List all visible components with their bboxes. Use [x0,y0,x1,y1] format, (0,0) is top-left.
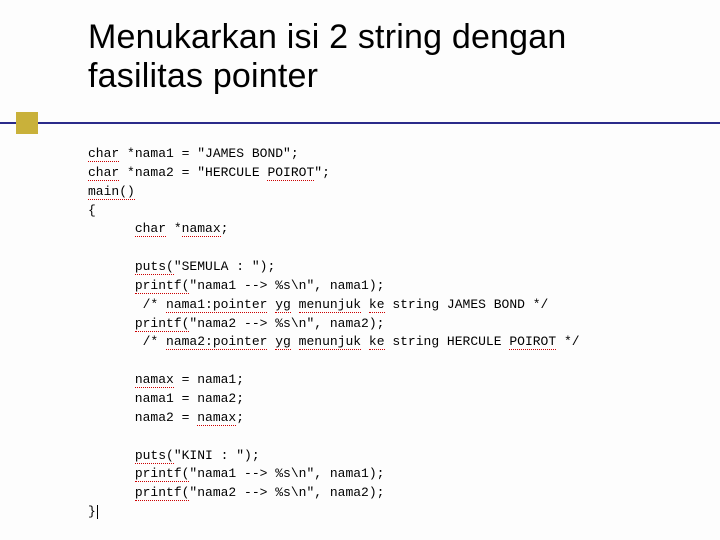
code-line: nama1 = nama2; [88,391,244,406]
code-block: char *nama1 = "JAMES BOND"; char *nama2 … [88,145,580,522]
title-block: Menukarkan isi 2 string dengan fasilitas… [88,18,688,96]
indent [88,316,135,331]
code-text: "; [314,165,330,180]
code-text: string HERCULE [385,334,510,349]
code-line: main() [88,184,135,200]
code-text: } [88,504,96,519]
fn-printf: printf( [135,316,190,332]
word: nama2:pointer [166,334,267,350]
code-line: printf("nama2 --> %s\n", nama2); [88,316,384,332]
var-namax: namax [135,372,174,388]
code-line: printf("nama1 --> %s\n", nama1); [88,278,384,294]
fn-puts: puts( [135,448,174,464]
kw-char: char [88,146,119,162]
code-text: ; [221,221,229,236]
code-text [361,334,369,349]
code-text: *nama2 = "HERCULE [119,165,267,180]
word: menunjuk [299,297,361,313]
code-line: char *namax; [88,221,228,237]
code-line: { [88,203,96,218]
fn-printf: printf( [135,485,190,501]
code-text: "KINI : "); [174,448,260,463]
code-text: "nama2 --> %s\n", nama2); [189,316,384,331]
kw-char: char [88,165,119,181]
var-namax: namax [197,410,236,426]
slide-title: Menukarkan isi 2 string dengan fasilitas… [88,18,688,96]
code-text: nama2 = [88,410,197,425]
code-text: * [166,221,182,236]
code-line: namax = nama1; [88,372,244,388]
accent-square-icon [16,112,38,134]
code-text: /* [88,297,166,312]
code-line: printf("nama2 --> %s\n", nama2); [88,485,384,501]
code-text: ; [236,410,244,425]
indent [88,485,135,500]
word: menunjuk [299,334,361,350]
indent [88,466,135,481]
code-text [291,297,299,312]
code-line: char *nama2 = "HERCULE POIROT"; [88,165,330,181]
code-text: *nama1 = "JAMES BOND"; [119,146,298,161]
code-text: string JAMES BOND */ [385,297,549,312]
indent [88,278,135,293]
code-text [291,334,299,349]
text-cursor-icon [97,505,98,519]
indent [88,448,135,463]
code-text: */ [556,334,579,349]
code-line: printf("nama1 --> %s\n", nama1); [88,466,384,482]
code-text: = nama1; [174,372,244,387]
title-underline [0,122,720,124]
fn-printf: printf( [135,278,190,294]
word: ke [369,297,385,313]
code-text: /* [88,334,166,349]
slide: Menukarkan isi 2 string dengan fasilitas… [0,0,720,540]
code-line: } [88,504,98,519]
code-text: "nama1 --> %s\n", nama1); [189,278,384,293]
indent [88,221,135,236]
word: POIROT [509,334,556,350]
var-namax: namax [182,221,221,237]
code-text: "nama1 --> %s\n", nama1); [189,466,384,481]
code-text: "nama2 --> %s\n", nama2); [189,485,384,500]
code-line: /* nama2:pointer yg menunjuk ke string H… [88,334,580,350]
code-line: /* nama1:pointer yg menunjuk ke string J… [88,297,548,313]
word: POIROT [267,165,314,181]
fn-printf: printf( [135,466,190,482]
code-text: "SEMULA : "); [174,259,275,274]
code-line: char *nama1 = "JAMES BOND"; [88,146,299,162]
indent [88,259,135,274]
word: yg [275,297,291,313]
indent [88,372,135,387]
word: nama1:pointer [166,297,267,313]
fn-puts: puts( [135,259,174,275]
fn-main: main() [88,184,135,200]
code-line: puts("KINI : "); [88,448,260,464]
kw-char: char [135,221,166,237]
code-text [361,297,369,312]
code-line: nama2 = namax; [88,410,244,426]
code-line: puts("SEMULA : "); [88,259,275,275]
word: yg [275,334,291,350]
word: ke [369,334,385,350]
